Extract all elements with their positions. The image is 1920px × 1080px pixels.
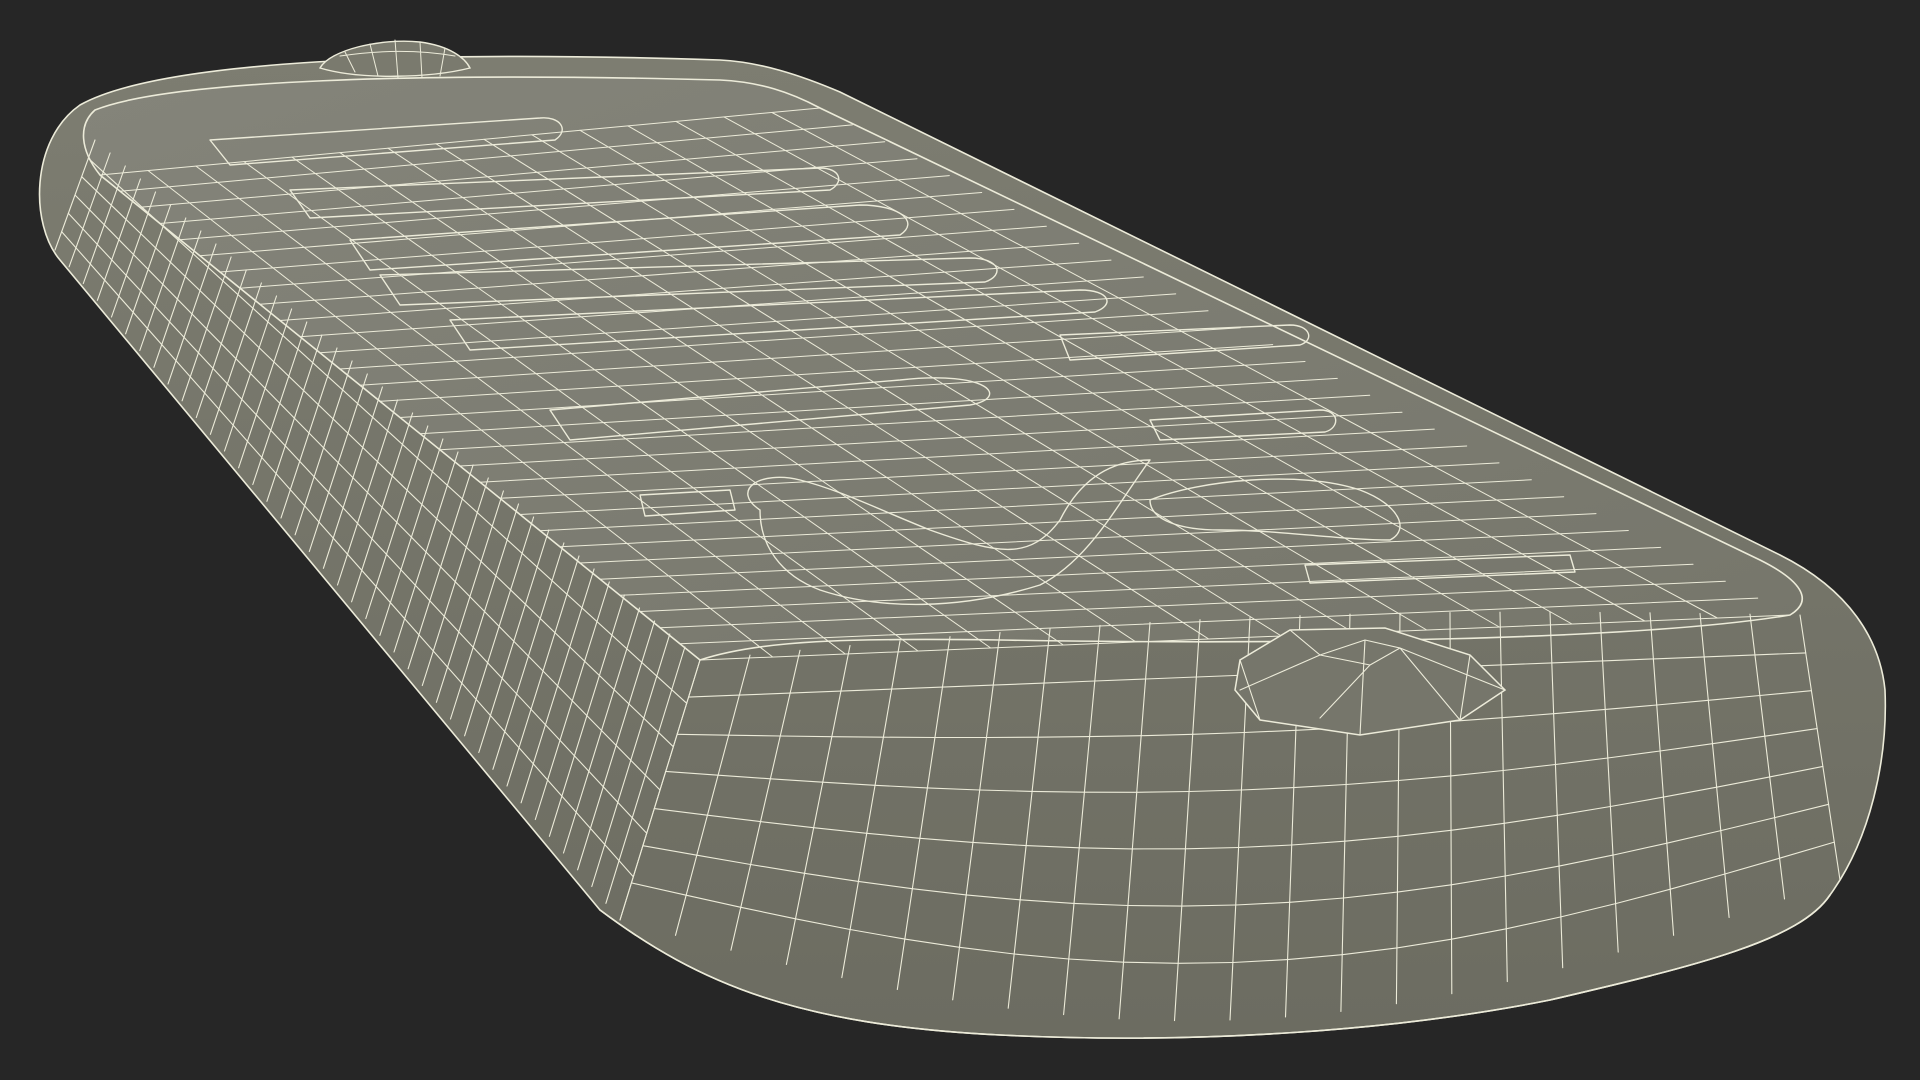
dome-button-top bbox=[318, 39, 472, 79]
render-viewport bbox=[0, 0, 1920, 1080]
front-band bbox=[1127, 904, 1183, 907]
front-band bbox=[831, 736, 884, 738]
front-band bbox=[779, 735, 833, 738]
wireframe-render bbox=[38, 39, 1887, 1039]
front-band bbox=[1037, 736, 1091, 738]
